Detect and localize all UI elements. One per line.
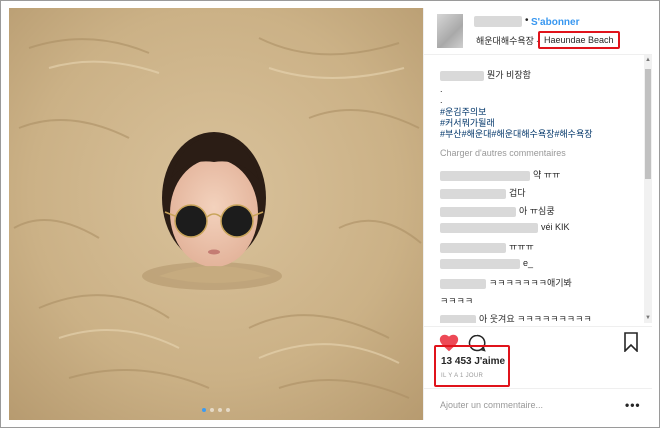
- commenter-name-redacted[interactable]: [440, 278, 486, 289]
- hashtag-text[interactable]: #부산#해운대#해운대해수욕장#해수욕장: [440, 129, 593, 139]
- more-options-icon[interactable]: •••: [625, 398, 641, 412]
- comment-text: 뭔가 비장함: [487, 70, 531, 80]
- username-redacted[interactable]: [474, 16, 522, 27]
- comment-line: 뭔가 비장함: [440, 68, 531, 81]
- scroll-up-icon[interactable]: ▲: [645, 57, 651, 63]
- commenter-name-redacted[interactable]: [440, 206, 516, 217]
- header-separator: •: [525, 15, 529, 26]
- comment-text: 아 웃겨요 ㅋㅋㅋㅋㅋㅋㅋㅋㅋ: [479, 314, 592, 323]
- comments-list: 뭔가 비장함.. #운김주의보 #커서뭐가될래 #부산#해운대#해운대해수욕장#해수욕…: [424, 55, 644, 323]
- scrollbar-thumb[interactable]: [645, 69, 651, 179]
- comment-line: 겁다: [440, 186, 526, 199]
- location-link[interactable]: Haeundae Beach: [538, 31, 620, 49]
- comments-scrollbar[interactable]: ▲ ▼: [644, 55, 652, 323]
- comment-line: 약 ㅠㅠ: [440, 168, 560, 181]
- carousel-dot: [202, 408, 206, 412]
- post-header: • S'abonner 해운대해수욕장 - Haeundae Beach: [424, 8, 652, 55]
- comment-text: ㅋㅋㅋㅋㅋㅋㅋ애기봐: [489, 278, 572, 288]
- post-side-panel: • S'abonner 해운대해수욕장 - Haeundae Beach 뭔가 …: [423, 8, 652, 420]
- commenter-name-redacted[interactable]: [440, 314, 476, 323]
- comment-line: e_: [440, 258, 533, 269]
- carousel-dot: [226, 408, 230, 412]
- post-timestamp[interactable]: IL Y A 1 JOUR: [441, 373, 483, 379]
- add-comment-input[interactable]: [440, 400, 610, 410]
- comment-text: ㅋㅋㅋㅋ: [440, 296, 474, 306]
- location-korean[interactable]: 해운대해수욕장 -: [476, 34, 539, 47]
- comment-line: ㅠㅠㅠ: [440, 240, 534, 253]
- comment-line: #부산#해운대#해운대해수욕장#해수욕장: [440, 127, 593, 140]
- comment-text: e_: [523, 258, 534, 268]
- post-photo[interactable]: [9, 8, 423, 420]
- comment-line: 아 ㅠ심쿵: [440, 204, 555, 217]
- commenter-name-redacted[interactable]: [440, 258, 520, 269]
- comment-text: .: [440, 84, 443, 94]
- comment-line: véi KIK: [440, 222, 570, 233]
- bookmark-icon[interactable]: [623, 332, 639, 352]
- carousel-indicator: [9, 408, 423, 412]
- commenter-name-redacted[interactable]: [440, 70, 484, 81]
- follow-button[interactable]: S'abonner: [531, 17, 580, 28]
- comment-line: .: [440, 95, 443, 105]
- carousel-dot: [210, 408, 214, 412]
- comment-line: 아 웃겨요 ㅋㅋㅋㅋㅋㅋㅋㅋㅋ: [440, 312, 592, 323]
- avatar[interactable]: [437, 14, 463, 48]
- add-comment-bar: •••: [424, 388, 652, 421]
- commenter-name-redacted[interactable]: [440, 222, 538, 233]
- comment-line: ㅋㅋㅋㅋㅋㅋㅋ애기봐: [440, 276, 572, 289]
- load-more-label: Charger d'autres commentaires: [440, 148, 566, 158]
- commenter-name-redacted[interactable]: [440, 242, 506, 253]
- scroll-down-icon[interactable]: ▼: [645, 315, 651, 321]
- comment-text: 아 ㅠ심쿵: [519, 206, 555, 216]
- child-in-sand-image: [9, 8, 423, 420]
- post-dialog: • S'abonner 해운대해수욕장 - Haeundae Beach 뭔가 …: [0, 0, 660, 428]
- likes-count[interactable]: 13 453 J'aime: [441, 356, 505, 367]
- carousel-dot: [218, 408, 222, 412]
- comment-text: véi KIK: [541, 222, 570, 232]
- likes-highlight: 13 453 J'aime IL Y A 1 JOUR: [434, 345, 510, 387]
- comment-text: ㅠㅠㅠ: [509, 242, 534, 252]
- commenter-name-redacted[interactable]: [440, 188, 506, 199]
- comment-text: 겁다: [509, 188, 526, 198]
- comment-line: .: [440, 84, 443, 94]
- commenter-name-redacted[interactable]: [440, 170, 530, 181]
- comment-line: ㅋㅋㅋㅋ: [440, 294, 473, 307]
- load-more-comments-link[interactable]: Charger d'autres commentaires: [440, 148, 566, 158]
- comment-text: 약 ㅠㅠ: [533, 170, 561, 180]
- comment-text: .: [440, 95, 443, 105]
